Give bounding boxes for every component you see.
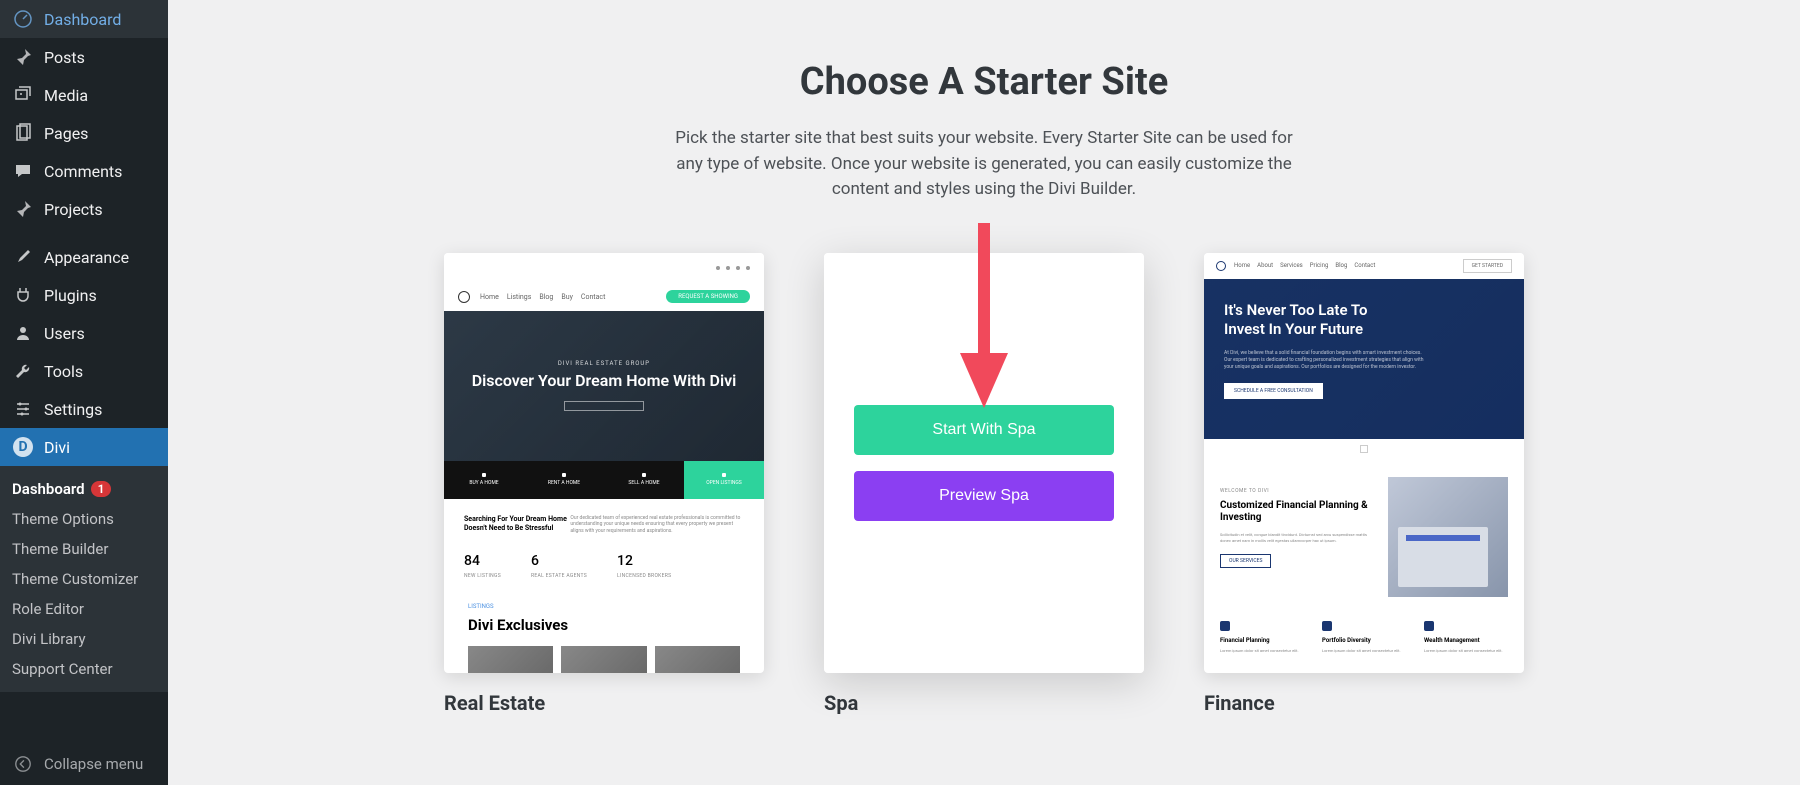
preview-button[interactable]: Preview Spa (854, 471, 1114, 521)
submenu-item-theme-customizer[interactable]: Theme Customizer (0, 564, 168, 594)
preview-thumbnail: Home Listings Blog Buy Contact REQUEST A… (444, 253, 764, 673)
card-title: Real Estate (444, 691, 764, 715)
sidebar-item-settings[interactable]: Settings (0, 390, 168, 428)
sidebar-item-users[interactable]: Users (0, 314, 168, 352)
sidebar-item-pages[interactable]: Pages (0, 114, 168, 152)
starter-site-cards: Home Listings Blog Buy Contact REQUEST A… (218, 253, 1750, 715)
sidebar-item-media[interactable]: Media (0, 76, 168, 114)
divi-logo-icon: D (12, 436, 34, 458)
card-title: Finance (1204, 691, 1524, 715)
sidebar-menu-divi: D Divi (0, 428, 168, 466)
preview-thumbnail: Home About Services Pricing Blog Contact… (1204, 253, 1524, 673)
pointer-arrow-icon (960, 223, 1008, 413)
gauge-icon (12, 8, 34, 30)
sidebar-label: Tools (44, 362, 83, 381)
sidebar-item-tools[interactable]: Tools (0, 352, 168, 390)
wrench-icon (12, 360, 34, 382)
sidebar-item-plugins[interactable]: Plugins (0, 276, 168, 314)
submenu-item-support-center[interactable]: Support Center (0, 654, 168, 684)
sidebar-menu-admin: Appearance Plugins Users Tools Settings (0, 238, 168, 428)
collapse-menu-button[interactable]: Collapse menu (0, 743, 168, 785)
sidebar-label: Pages (44, 124, 88, 143)
collapse-label: Collapse menu (44, 755, 143, 773)
sidebar-label: Appearance (44, 248, 129, 267)
sidebar-menu-main: Dashboard Posts Media Pages Comments (0, 0, 168, 228)
sidebar-label: Settings (44, 400, 102, 419)
starter-card-real-estate[interactable]: Home Listings Blog Buy Contact REQUEST A… (444, 253, 764, 715)
main-content: Choose A Starter Site Pick the starter s… (168, 0, 1800, 785)
sidebar-item-appearance[interactable]: Appearance (0, 238, 168, 276)
submenu-item-theme-builder[interactable]: Theme Builder (0, 534, 168, 564)
pin-icon (12, 198, 34, 220)
sidebar-label: Comments (44, 162, 122, 181)
sidebar-label: Users (44, 324, 85, 343)
media-icon (12, 84, 34, 106)
sidebar-label: Projects (44, 200, 103, 219)
pin-icon (12, 46, 34, 68)
sidebar-label: Dashboard (44, 10, 121, 29)
submenu-label: Dashboard (12, 480, 85, 498)
starter-card-finance[interactable]: Home About Services Pricing Blog Contact… (1204, 253, 1524, 715)
submenu-item-role-editor[interactable]: Role Editor (0, 594, 168, 624)
page-title: Choose A Starter Site (218, 60, 1750, 104)
sidebar-item-comments[interactable]: Comments (0, 152, 168, 190)
page-description: Pick the starter site that best suits yo… (664, 126, 1304, 203)
starter-card-spa[interactable]: Start With Spa Preview Spa Spa (824, 253, 1144, 715)
sidebar-label: Divi (44, 438, 70, 457)
sidebar-item-projects[interactable]: Projects (0, 190, 168, 228)
collapse-icon (12, 753, 34, 775)
update-badge: 1 (91, 481, 112, 497)
plug-icon (12, 284, 34, 306)
submenu-item-divi-library[interactable]: Divi Library (0, 624, 168, 654)
divi-submenu: Dashboard 1 Theme Options Theme Builder … (0, 466, 168, 692)
chat-icon (12, 160, 34, 182)
sidebar-item-divi[interactable]: D Divi (0, 428, 168, 466)
sidebar-item-dashboard[interactable]: Dashboard (0, 0, 168, 38)
submenu-item-dashboard[interactable]: Dashboard 1 (0, 474, 168, 504)
sliders-icon (12, 398, 34, 420)
card-title: Spa (824, 691, 1144, 715)
pages-icon (12, 122, 34, 144)
sidebar-label: Media (44, 86, 88, 105)
sidebar-label: Plugins (44, 286, 97, 305)
admin-sidebar: Dashboard Posts Media Pages Comments (0, 0, 168, 785)
submenu-item-theme-options[interactable]: Theme Options (0, 504, 168, 534)
sidebar-item-posts[interactable]: Posts (0, 38, 168, 76)
user-icon (12, 322, 34, 344)
brush-icon (12, 246, 34, 268)
sidebar-label: Posts (44, 48, 85, 67)
